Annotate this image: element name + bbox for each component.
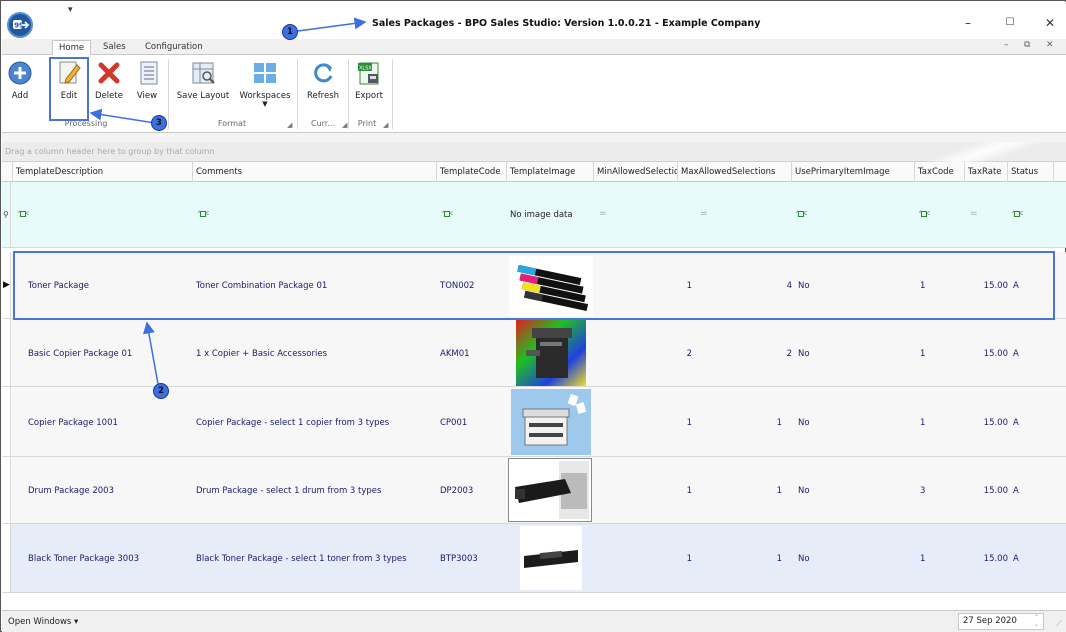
annotation-badge-1: 1	[282, 24, 298, 40]
open-windows-dropdown[interactable]: Open Windows ▾	[8, 617, 78, 627]
resize-grip-icon[interactable]: ⟋	[1056, 619, 1062, 629]
spin-buttons-icon[interactable]: ⌃ ⌄	[1034, 614, 1039, 628]
application-window: 99 ▾ Sales Packages - BPO Sales Studio: …	[0, 0, 1066, 632]
edit-button-highlight	[49, 57, 89, 121]
date-value: 27 Sep 2020	[963, 616, 1017, 626]
annotation-badge-3: 3	[151, 115, 167, 131]
status-bar: Open Windows ▾ 27 Sep 2020 ⌃ ⌄ ⟋	[2, 610, 1066, 632]
selected-row-highlight	[13, 251, 1055, 320]
date-picker[interactable]: 27 Sep 2020 ⌃ ⌄	[958, 613, 1044, 630]
annotation-badge-2: 2	[153, 383, 169, 399]
